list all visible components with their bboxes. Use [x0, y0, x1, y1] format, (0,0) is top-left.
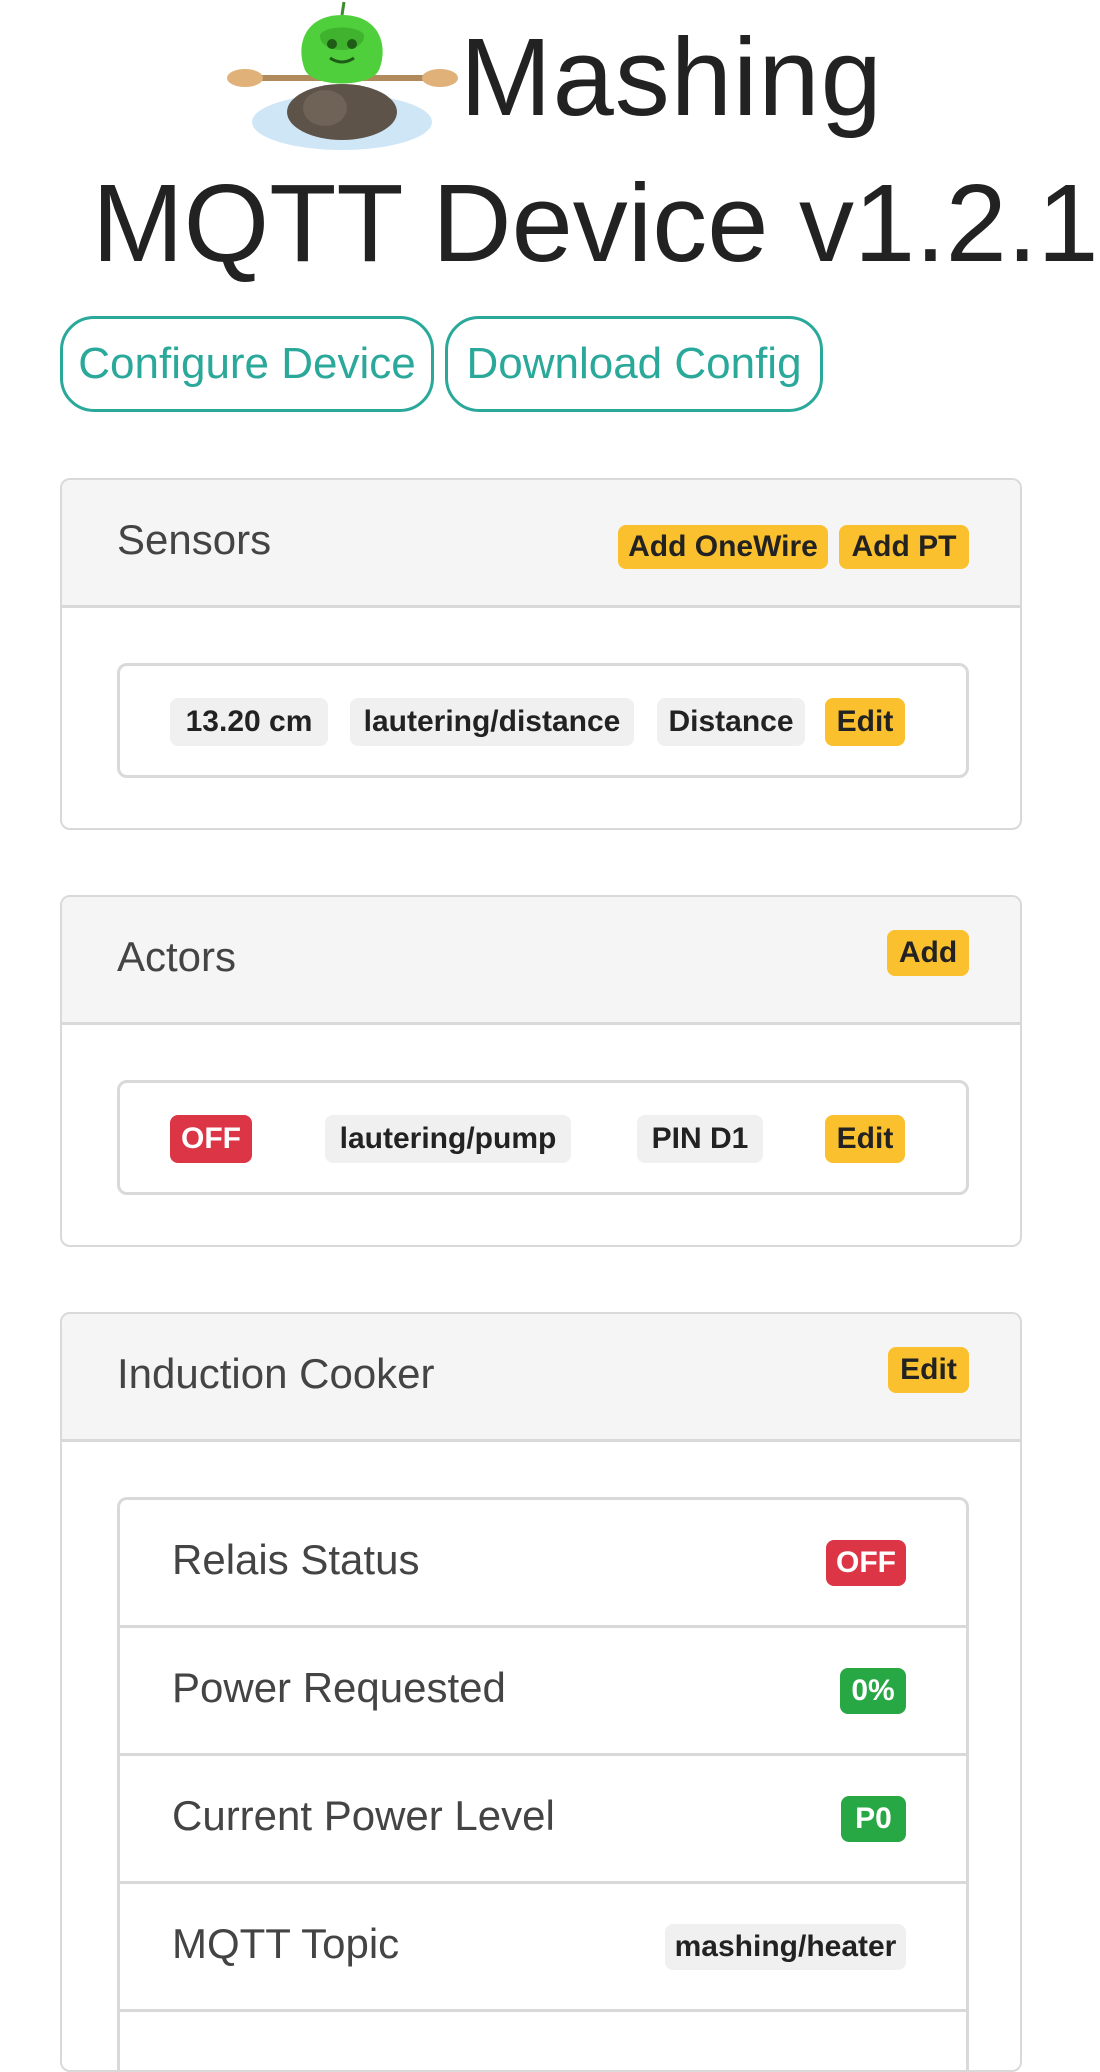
actor-list-item: OFF lautering/pump PIN D1 Edit [117, 1080, 969, 1195]
configure-device-button[interactable]: Configure Device [60, 316, 434, 412]
mqtt-topic-badge: mashing/heater [665, 1924, 906, 1970]
sensors-card-header: Sensors Add OneWire Add PT [62, 480, 1020, 608]
induction-card-header: Induction Cooker Edit [62, 1314, 1020, 1442]
actors-card: Actors Add OFF lautering/pump PIN D1 Edi… [60, 895, 1022, 1247]
add-onewire-button[interactable]: Add OneWire [618, 525, 828, 569]
power-requested-row: Power Requested 0% [120, 1628, 966, 1756]
actor-edit-button[interactable]: Edit [825, 1115, 905, 1163]
sensors-title: Sensors [117, 516, 272, 563]
relais-status-badge: OFF [826, 1540, 906, 1586]
power-requested-badge: 0% [840, 1668, 906, 1714]
page-title-line-2: MQTT Device v1.2.1 [92, 162, 1099, 285]
mqtt-topic-row: MQTT Topic mashing/heater [120, 1884, 966, 2012]
sensor-edit-button[interactable]: Edit [825, 698, 905, 746]
actor-state-badge: OFF [170, 1115, 252, 1163]
sensor-topic-badge: lautering/distance [350, 698, 634, 746]
induction-edit-button[interactable]: Edit [888, 1347, 969, 1393]
sensor-name-badge: Distance [657, 698, 805, 746]
induction-cooker-card: Induction Cooker Edit Relais Status OFF … [60, 1312, 1022, 2072]
sensor-value-badge: 13.20 cm [170, 698, 328, 746]
actors-title: Actors [117, 933, 237, 980]
add-actor-button[interactable]: Add [887, 930, 969, 976]
actor-pin-badge: PIN D1 [637, 1115, 763, 1163]
add-pt-button[interactable]: Add PT [839, 525, 969, 569]
download-config-button[interactable]: Download Config [445, 316, 823, 412]
induction-status-list: Relais Status OFF Power Requested 0% Cur… [117, 1497, 969, 2070]
actor-topic-badge: lautering/pump [325, 1115, 571, 1163]
page: Mashing MQTT Device v1.2.1 Configure Dev… [0, 0, 1100, 2072]
relais-status-row: Relais Status OFF [120, 1500, 966, 1628]
relais-status-label: Relais Status [172, 1536, 420, 1583]
page-header: Mashing MQTT Device v1.2.1 [0, 0, 1100, 290]
sensors-card: Sensors Add OneWire Add PT 13.20 cm laut… [60, 478, 1022, 830]
current-power-level-label: Current Power Level [172, 1792, 555, 1839]
power-requested-label: Power Requested [172, 1664, 506, 1711]
mqtt-topic-label: MQTT Topic [172, 1920, 400, 1967]
current-power-level-row: Current Power Level P0 [120, 1756, 966, 1884]
hop-mascot-logo [225, 0, 460, 155]
current-power-level-badge: P0 [841, 1796, 906, 1842]
actors-card-header: Actors Add [62, 897, 1020, 1025]
page-title-line-1: Mashing [460, 16, 883, 139]
induction-title: Induction Cooker [117, 1350, 435, 1397]
sensor-list-item: 13.20 cm lautering/distance Distance Edi… [117, 663, 969, 778]
